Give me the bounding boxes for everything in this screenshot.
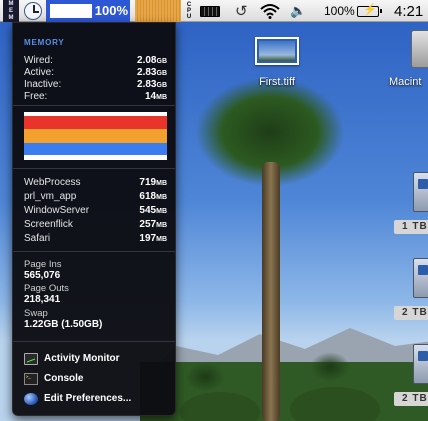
graph-band-wired: [24, 116, 167, 129]
edit-preferences-menu-item[interactable]: Edit Preferences...: [24, 390, 169, 407]
small-palm: [185, 362, 225, 392]
hard-drive-label[interactable]: Macint: [389, 76, 428, 88]
mem-label-letter: M: [8, 0, 14, 7]
activity-monitor-menu-item[interactable]: Activity Monitor: [24, 350, 169, 367]
external-drive-icon[interactable]: [413, 172, 428, 212]
process-name: WebProcess: [24, 176, 81, 188]
time-machine-icon[interactable]: ↺: [235, 0, 253, 22]
palm-tree-trunk: [262, 162, 280, 421]
divider: [13, 168, 175, 169]
preferences-icon: [24, 392, 38, 405]
page-ins-label: Page Ins: [24, 259, 62, 270]
stat-value: 2.83: [137, 78, 157, 90]
volume-icon[interactable]: 🔈: [290, 0, 308, 22]
divider: [13, 341, 175, 342]
process-memory: 257: [139, 218, 157, 230]
memory-stat-row: Active: 2.83GB: [24, 66, 167, 78]
graph-band: [24, 155, 167, 160]
stat-label: Inactive:: [24, 78, 62, 90]
stat-unit: GB: [156, 57, 168, 65]
mem-label-letter: M: [8, 14, 14, 21]
process-row: Screenflick 257MB: [24, 218, 167, 230]
file-label[interactable]: First.tiff: [248, 76, 306, 88]
cpu-label-letter: U: [186, 14, 192, 20]
stat-unit: MB: [156, 93, 167, 101]
mem-label-letter: E: [8, 7, 13, 14]
memory-usage-graph: [24, 112, 167, 160]
stat-label: Free:: [24, 90, 48, 102]
battery-percent[interactable]: 100%: [324, 0, 355, 22]
process-memory: 197: [139, 232, 157, 244]
panel-header: MEMORY: [24, 38, 65, 47]
process-name: Screenflick: [24, 218, 73, 230]
console-menu-item[interactable]: >_ Console: [24, 370, 169, 387]
console-icon: >_: [24, 372, 38, 385]
external-drive-icon[interactable]: [413, 258, 428, 298]
memory-stat-row: Inactive: 2.83GB: [24, 78, 167, 90]
stat-label: Wired:: [24, 54, 53, 66]
ram-chip-icon[interactable]: [200, 0, 222, 22]
process-memory-unit: MB: [156, 207, 167, 215]
divider: [13, 251, 175, 252]
swap-label: Swap: [24, 308, 48, 319]
process-memory-unit: MB: [156, 179, 167, 187]
stat-unit: GB: [156, 81, 168, 89]
page-outs-value: 218,341: [24, 294, 61, 305]
stat-value: 2.08: [137, 54, 157, 66]
page-ins-value: 565,076: [24, 270, 61, 281]
clock-icon[interactable]: [24, 0, 46, 22]
battery-icon[interactable]: ⚡: [357, 0, 383, 22]
activity-monitor-icon: [24, 352, 38, 365]
memory-stat-row: Wired: 2.08GB: [24, 54, 167, 66]
small-palm: [310, 352, 350, 382]
memory-usage-indicator[interactable]: 100%: [46, 0, 130, 22]
process-name: Safari: [24, 232, 51, 244]
menu-item-label: Edit Preferences...: [44, 393, 132, 404]
page-outs-label: Page Outs: [24, 283, 69, 294]
menu-item-label: Console: [44, 373, 84, 384]
process-row: WindowServer 545MB: [24, 204, 167, 216]
stat-value: 2.83: [137, 66, 157, 78]
wifi-icon[interactable]: [260, 0, 282, 22]
hard-drive-icon[interactable]: [411, 30, 428, 68]
process-memory-unit: MB: [156, 221, 167, 229]
process-memory-unit: MB: [156, 235, 167, 243]
file-thumbnail[interactable]: [255, 37, 299, 65]
graph-band-active: [24, 129, 167, 143]
process-row: Safari 197MB: [24, 232, 167, 244]
cpu-graph[interactable]: [135, 0, 181, 22]
divider: [13, 105, 175, 106]
process-memory: 719: [139, 176, 157, 188]
memory-usage-bar: [50, 4, 92, 18]
memory-dropdown-panel: MEMORY Wired: 2.08GB Active: 2.83GB Inac…: [12, 22, 176, 416]
menu-bar: M E M 100% C P U ↺ 🔈 100% ⚡ 4:21: [0, 0, 428, 22]
drive-capacity-badge: 2 TB: [394, 392, 428, 406]
process-row: WebProcess 719MB: [24, 176, 167, 188]
cpu-label: C P U: [184, 0, 194, 22]
process-name: WindowServer: [24, 204, 90, 216]
stat-unit: GB: [156, 69, 168, 77]
menu-item-label: Activity Monitor: [44, 353, 120, 364]
stat-value: 14: [144, 90, 157, 102]
swap-value: 1.22GB (1.50GB): [24, 319, 103, 330]
graph-band-inactive: [24, 143, 167, 155]
drive-capacity-badge: 2 TB: [394, 306, 428, 320]
memory-stat-row: Free: 14MB: [24, 90, 167, 102]
process-name: prl_vm_app: [24, 190, 77, 202]
external-drive-icon[interactable]: [413, 344, 428, 384]
memory-menu-extra[interactable]: M E M: [3, 0, 19, 22]
stat-label: Active:: [24, 66, 55, 78]
process-memory: 545: [139, 204, 157, 216]
memory-percent: 100%: [94, 3, 128, 18]
process-memory-unit: MB: [156, 193, 167, 201]
process-memory: 618: [139, 190, 157, 202]
drive-capacity-badge: 1 TB: [394, 220, 428, 234]
process-row: prl_vm_app 618MB: [24, 190, 167, 202]
menu-clock[interactable]: 4:21: [394, 0, 423, 22]
